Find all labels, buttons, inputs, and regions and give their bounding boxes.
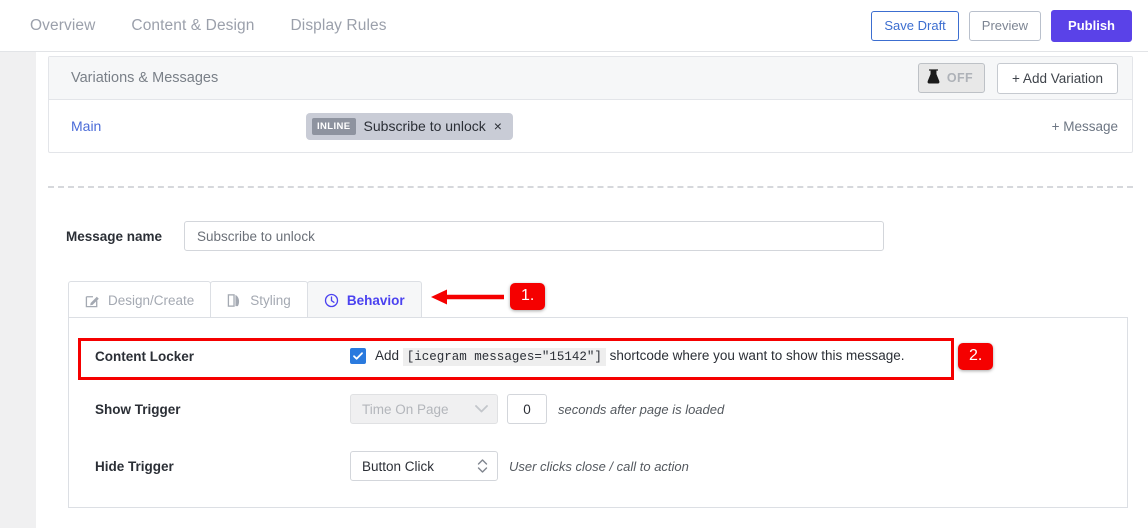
nav-item-display-rules[interactable]: Display Rules [291, 17, 387, 35]
tab-behavior[interactable]: Behavior [306, 281, 422, 318]
variations-card: Variations & Messages OFF + Add Variatio… [48, 56, 1133, 153]
content-locker-shortcode[interactable]: [icegram messages="15142"] [402, 348, 606, 366]
variations-title: Variations & Messages [71, 70, 219, 86]
close-icon[interactable]: × [494, 118, 502, 134]
message-name-input[interactable] [184, 221, 884, 251]
variation-row: Main INLINE Subscribe to unlock × + Mess… [49, 100, 1132, 152]
ab-test-toggle[interactable]: OFF [917, 63, 986, 93]
annotation-badge-2: 2. [958, 343, 994, 370]
content-locker-checkbox[interactable] [350, 348, 366, 364]
ab-test-state-label: OFF [946, 71, 974, 85]
add-message-button[interactable]: + Message [1052, 119, 1118, 134]
hide-trigger-select-value: Button Click [362, 458, 435, 474]
show-trigger-select[interactable]: Time On Page [350, 394, 498, 424]
message-chip-label: Subscribe to unlock [363, 118, 486, 134]
variation-name-main[interactable]: Main [71, 118, 306, 134]
message-name-label: Message name [66, 228, 163, 244]
tab-label-design-create: Design/Create [108, 292, 195, 308]
content-locker-row: Content Locker Add [icegram messages="15… [95, 348, 905, 366]
edit-square-icon [85, 293, 100, 308]
show-trigger-label: Show Trigger [95, 401, 181, 417]
message-chip[interactable]: INLINE Subscribe to unlock × [306, 112, 513, 140]
hide-trigger-hint: User clicks close / call to action [509, 458, 689, 474]
chevron-up-down-icon [477, 458, 488, 474]
show-trigger-seconds-input[interactable] [507, 394, 547, 424]
flask-icon [927, 69, 940, 87]
variations-header: Variations & Messages OFF + Add Variatio… [49, 57, 1132, 100]
show-trigger-row: Show Trigger Time On Page seconds after … [95, 394, 724, 424]
hide-trigger-select[interactable]: Button Click [350, 451, 498, 481]
content-locker-text-after: shortcode where you want to show this me… [609, 348, 905, 363]
nav-item-overview[interactable]: Overview [30, 17, 95, 35]
publish-button[interactable]: Publish [1051, 10, 1132, 42]
left-gutter [0, 52, 36, 528]
tab-label-behavior: Behavior [346, 292, 405, 308]
clock-icon [324, 293, 339, 308]
nav-item-content-design[interactable]: Content & Design [131, 17, 254, 35]
show-trigger-select-value: Time On Page [362, 401, 449, 417]
preview-button[interactable]: Preview [968, 11, 1042, 41]
hide-trigger-row: Hide Trigger Button Click User clicks cl… [95, 451, 689, 481]
top-bar: Overview Content & Design Display Rules … [0, 0, 1148, 52]
save-draft-button[interactable]: Save Draft [871, 11, 959, 41]
content-locker-label: Content Locker [95, 348, 195, 364]
content-locker-description: Add [icegram messages="15142"] shortcode… [375, 348, 905, 366]
behavior-tabs: Design/Create Styling Behavior [68, 281, 422, 318]
top-bar-actions: Save Draft Preview Publish [871, 0, 1132, 52]
tab-design-create[interactable]: Design/Create [68, 281, 212, 318]
hide-trigger-label: Hide Trigger [95, 458, 174, 474]
chevron-down-icon [475, 405, 488, 414]
message-chip-type-badge: INLINE [312, 117, 356, 135]
tab-label-styling: Styling [250, 292, 291, 308]
section-divider [48, 186, 1133, 188]
annotation-badge-1: 1. [510, 283, 546, 310]
tab-styling[interactable]: Styling [210, 281, 308, 318]
message-name-row: Message name [66, 221, 884, 251]
palette-icon [227, 293, 242, 308]
add-variation-button[interactable]: + Add Variation [997, 62, 1118, 94]
content-locker-text-before: Add [375, 348, 400, 363]
show-trigger-hint: seconds after page is loaded [558, 401, 725, 417]
annotation-arrow-1 [430, 287, 506, 310]
top-navigation: Overview Content & Design Display Rules [30, 0, 387, 52]
